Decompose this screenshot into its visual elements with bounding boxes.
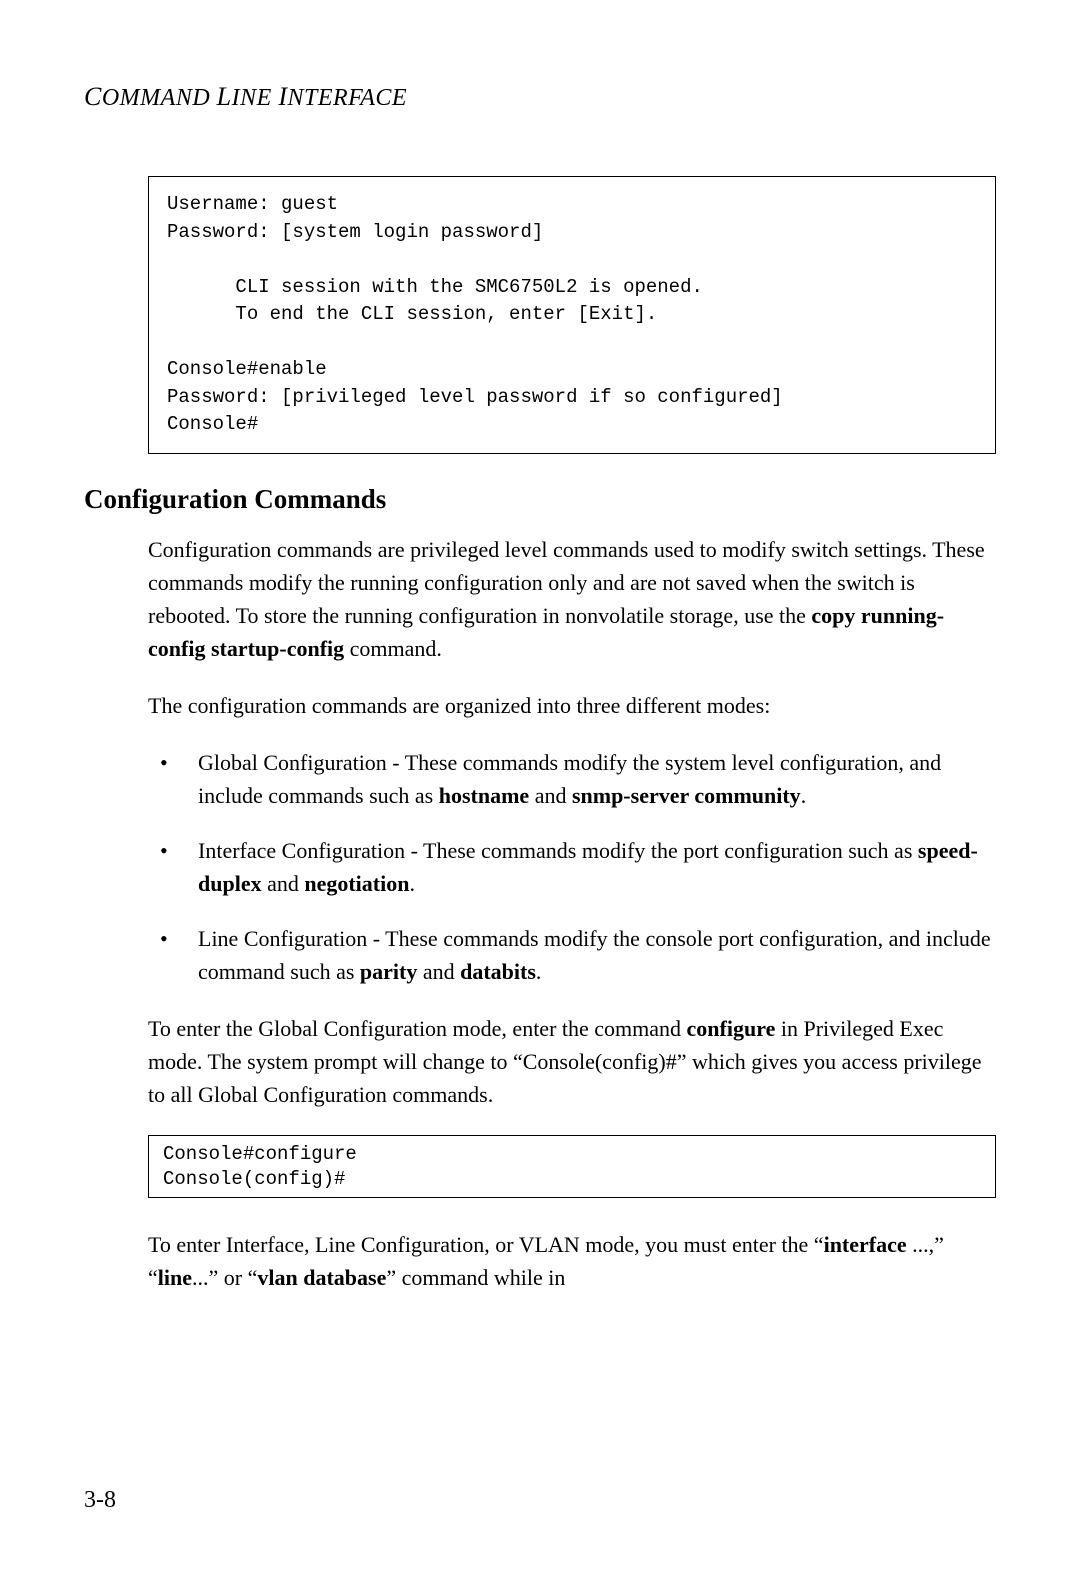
paragraph-1: Configuration commands are privileged le…	[148, 533, 996, 665]
bold-term: negotiation	[304, 871, 409, 896]
paragraph-4: To enter Interface, Line Configuration, …	[148, 1228, 996, 1294]
text: Line Configuration - These commands modi…	[198, 926, 991, 984]
code-block-configure: Console#configure Console(config)#	[148, 1135, 996, 1198]
paragraph-2: The configuration commands are organized…	[148, 689, 996, 722]
code-block-login: Username: guest Password: [system login …	[148, 176, 996, 454]
text: .	[409, 871, 415, 896]
text: To enter the Global Configuration mode, …	[148, 1016, 687, 1041]
list-item: Line Configuration - These commands modi…	[148, 922, 996, 988]
bold-term: vlan database	[257, 1265, 386, 1290]
text: To enter Interface, Line Configuration, …	[148, 1232, 824, 1257]
bold-term: interface	[824, 1232, 907, 1257]
paragraph-3: To enter the Global Configuration mode, …	[148, 1012, 996, 1111]
text: and	[417, 959, 460, 984]
page-number: 3-8	[84, 1487, 116, 1514]
list-item: Global Configuration - These commands mo…	[148, 746, 996, 812]
section-heading: Configuration Commands	[84, 484, 996, 515]
text: .	[801, 783, 807, 808]
text: Interface Configuration - These commands…	[198, 838, 918, 863]
running-header: COMMAND LINE INTERFACE	[84, 82, 996, 112]
bullet-list: Global Configuration - These commands mo…	[148, 746, 996, 988]
list-item: Interface Configuration - These commands…	[148, 834, 996, 900]
bold-term: configure	[687, 1016, 776, 1041]
bold-term: line	[158, 1265, 192, 1290]
text: and	[262, 871, 305, 896]
text: command.	[344, 636, 442, 661]
text: .	[536, 959, 542, 984]
text: ” command while in	[386, 1265, 565, 1290]
text: ...” or “	[192, 1265, 257, 1290]
bold-term: hostname	[439, 783, 529, 808]
bold-term: databits	[460, 959, 536, 984]
bold-term: snmp-server community	[572, 783, 801, 808]
bold-term: parity	[360, 959, 417, 984]
text: and	[529, 783, 572, 808]
